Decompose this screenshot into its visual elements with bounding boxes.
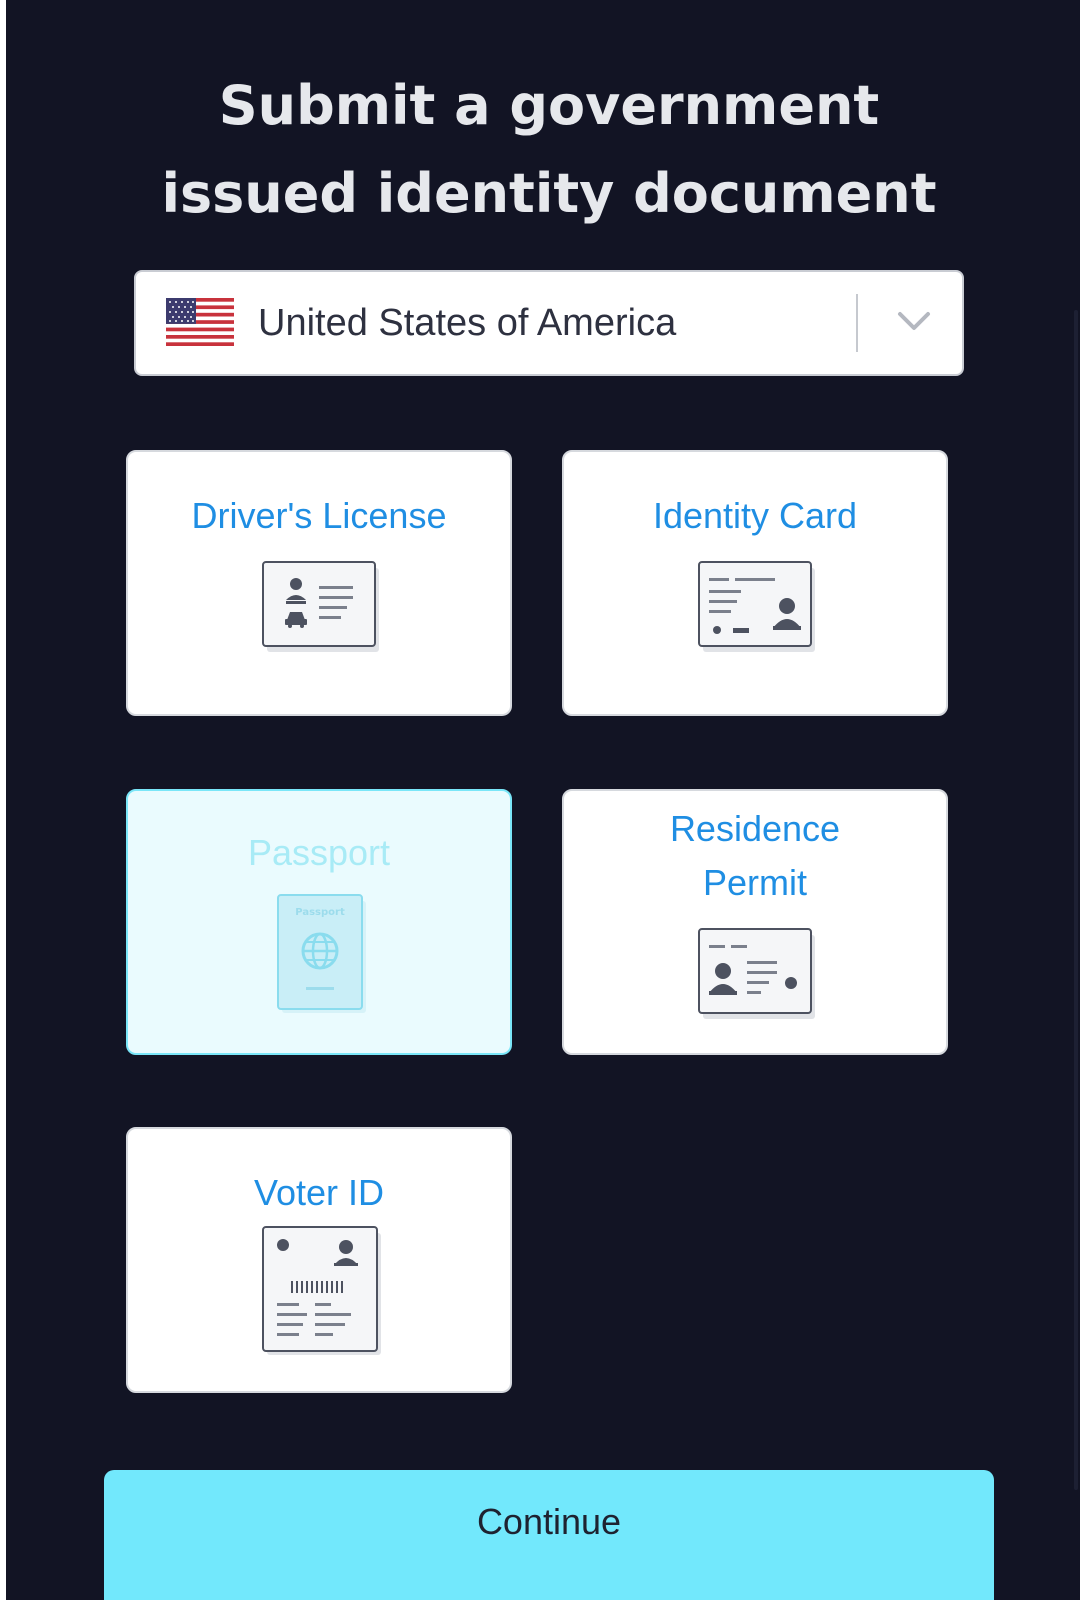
country-name: United States of America [258, 302, 677, 344]
document-option-identity-card[interactable]: Identity Card [562, 450, 948, 716]
continue-button[interactable]: Continue [104, 1470, 994, 1600]
residence-permit-icon [698, 928, 815, 1019]
title-line-2: issued identity document [161, 162, 937, 225]
app-frame: Submit a government issued identity docu… [6, 0, 1080, 1600]
scrollbar-track[interactable] [1074, 310, 1078, 1490]
document-label: Driver's License [191, 495, 447, 536]
document-label: Identity Card [652, 495, 858, 536]
document-label: Passport [247, 832, 391, 873]
document-label-line-1: Residence [669, 808, 841, 849]
title-line-1: Submit a government [218, 74, 880, 137]
drivers-license-icon [262, 561, 379, 652]
document-option-drivers-license[interactable]: Driver's License [126, 450, 512, 716]
document-option-passport[interactable]: Passport Passport [126, 789, 512, 1055]
country-select[interactable]: United States of America [134, 270, 964, 376]
voter-id-icon [262, 1226, 381, 1355]
chevron-down-icon[interactable] [896, 308, 932, 334]
window-edge [1080, 0, 1091, 1600]
document-label: Voter ID [253, 1172, 385, 1213]
document-label-line-2: Permit [702, 862, 807, 903]
us-flag-icon [166, 298, 234, 346]
document-option-voter-id[interactable]: Voter ID [126, 1127, 512, 1393]
page-title: Submit a government issued identity docu… [6, 62, 1091, 238]
passport-icon: Passport [277, 894, 366, 1013]
passport-icon-text: Passport [295, 907, 345, 918]
identity-card-icon [698, 561, 815, 652]
select-divider [856, 294, 858, 352]
document-option-residence-permit[interactable]: Residence Permit [562, 789, 948, 1055]
